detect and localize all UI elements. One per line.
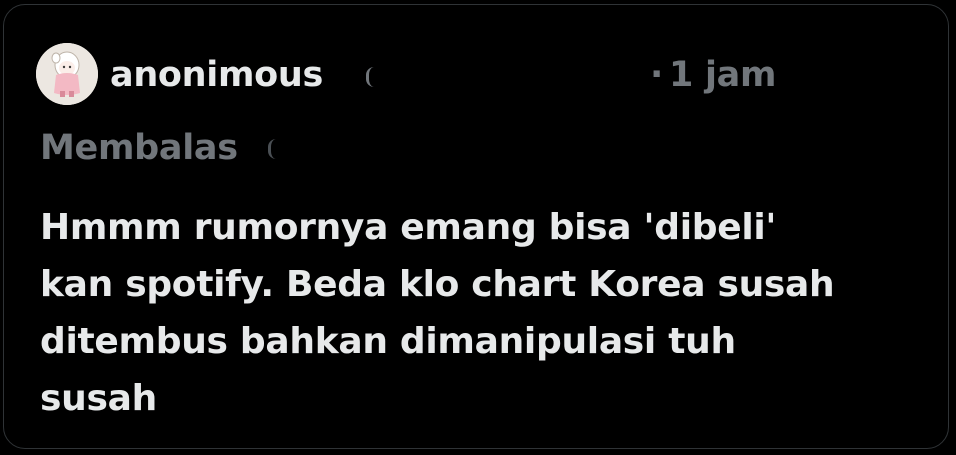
time-separator: · — [650, 55, 663, 95]
post-text-line: kan spotify. Beda klo chart Korea susah — [40, 264, 835, 305]
reply-card[interactable]: anonimous · 1 jam Membalas Hmmm rumornya … — [3, 4, 949, 449]
redacted-handle — [360, 61, 650, 91]
post-text-line: susah — [40, 378, 157, 419]
redaction-edge — [366, 67, 374, 87]
redacted-reply-handle[interactable] — [268, 139, 276, 159]
post-text: Hmmm rumornya emang bisa 'dibeli' kan sp… — [40, 199, 920, 427]
post-text-line: ditembus bahkan dimanipulasi tuh — [40, 321, 736, 362]
time-label: 1 jam — [669, 55, 777, 95]
avatar[interactable] — [36, 43, 98, 105]
username[interactable]: anonimous — [110, 51, 323, 99]
timestamp[interactable]: · 1 jam — [650, 51, 776, 99]
cartoon-character-icon — [36, 43, 98, 105]
replying-to-label: Membalas — [40, 128, 238, 168]
post-text-line: Hmmm rumornya emang bisa 'dibeli' — [40, 207, 777, 248]
